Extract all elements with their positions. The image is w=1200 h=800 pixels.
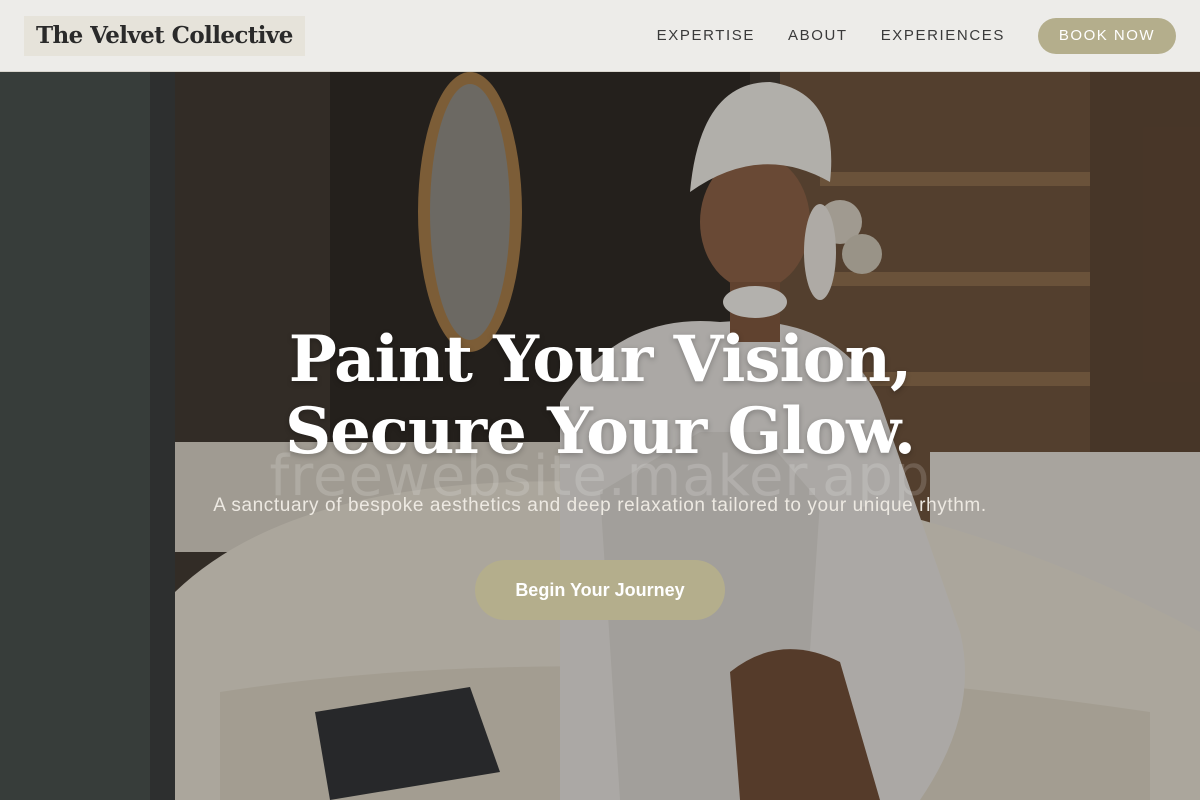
book-now-button[interactable]: BOOK NOW [1038, 17, 1176, 54]
nav-link-experiences[interactable]: EXPERIENCES [881, 27, 1005, 44]
brand-logo[interactable]: The Velvet Collective [24, 15, 305, 56]
nav-link-expertise[interactable]: EXPERTISE [657, 27, 755, 44]
hero-headline-line-2: Secure Your Glow. [284, 394, 916, 469]
hero-headline: Paint Your Vision, Secure Your Glow. [0, 324, 1200, 468]
hero-headline-line-1: Paint Your Vision, [288, 322, 913, 397]
begin-journey-button[interactable]: Begin Your Journey [475, 560, 725, 620]
hero-subtitle: A sanctuary of bespoke aesthetics and de… [213, 495, 987, 516]
hero-section: freewebsite.maker.app Paint Your Vision,… [0, 72, 1200, 800]
nav-link-about[interactable]: ABOUT [788, 27, 848, 44]
site-header: The Velvet Collective EXPERTISE ABOUT EX… [0, 0, 1200, 72]
main-nav: EXPERTISE ABOUT EXPERIENCES BOOK NOW [657, 17, 1176, 54]
